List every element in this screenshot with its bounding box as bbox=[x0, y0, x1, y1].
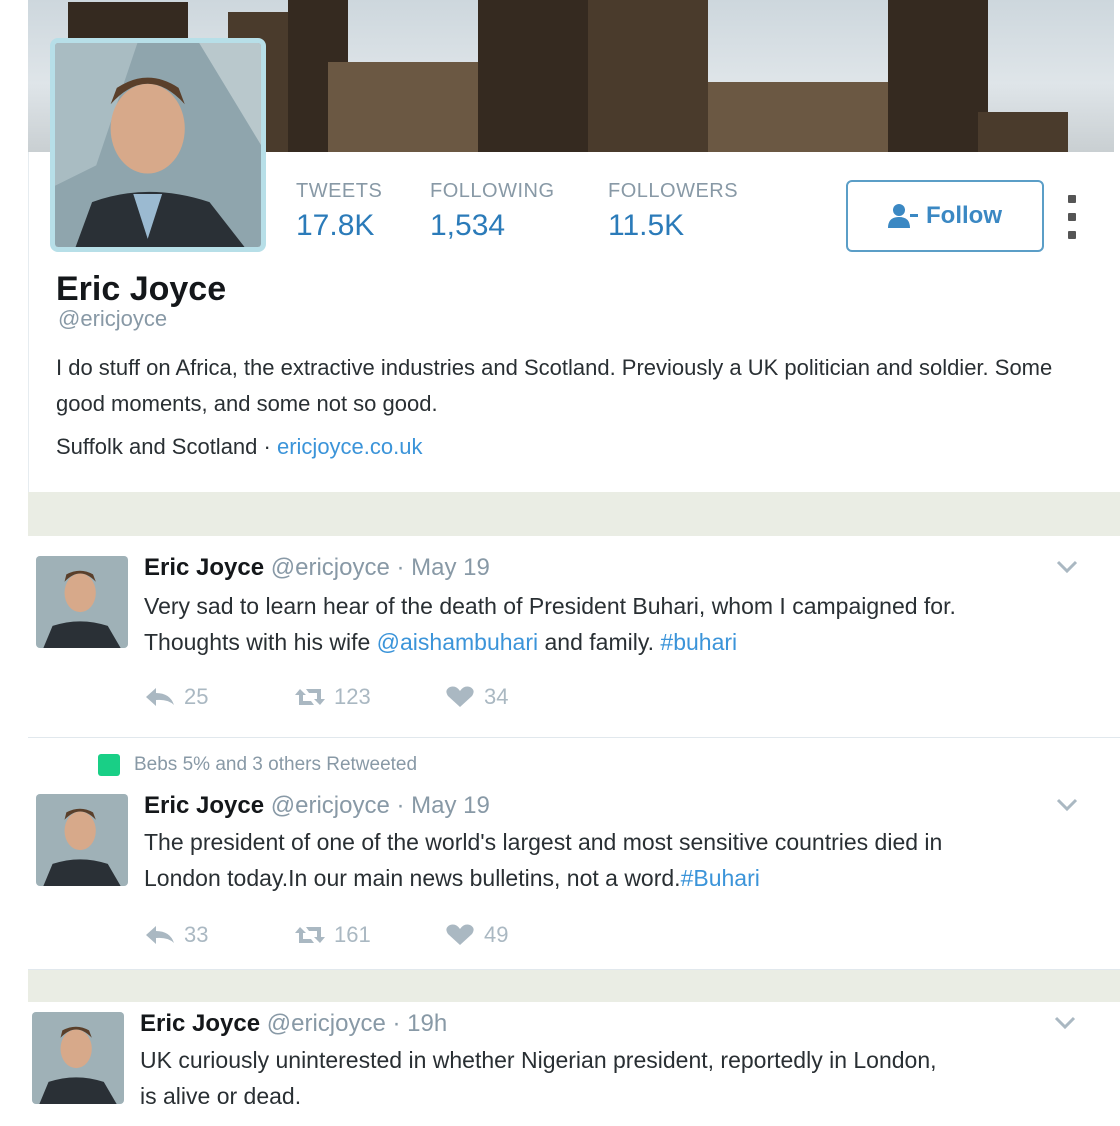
reply-button[interactable]: 33 bbox=[144, 922, 294, 948]
tweet-text-line: UK curiously uninterested in whether Nig… bbox=[140, 1047, 937, 1073]
retweet-button[interactable]: 161 bbox=[294, 922, 444, 948]
tweet-text-line: London today.In our main news bulletins,… bbox=[144, 860, 1084, 896]
retweet-context-text[interactable]: Bebs 5% and 3 others Retweeted bbox=[134, 754, 417, 776]
retweet-icon bbox=[295, 927, 325, 943]
like-count: 49 bbox=[484, 922, 509, 947]
heart-icon bbox=[446, 686, 474, 707]
chevron-down-icon[interactable] bbox=[1056, 798, 1078, 812]
retweet-context: Bebs 5% and 3 others Retweeted bbox=[98, 754, 417, 776]
profile-name: Eric Joyce bbox=[56, 270, 227, 308]
tweet-author-handle[interactable]: @ericjoyce bbox=[271, 792, 390, 819]
stat-following[interactable]: FOLLOWING 1,534 bbox=[430, 180, 555, 243]
stat-tweets-value: 17.8K bbox=[296, 209, 375, 242]
retweet-badge-icon bbox=[98, 754, 120, 776]
like-button[interactable]: 49 bbox=[444, 922, 508, 948]
retweet-button[interactable]: 123 bbox=[294, 684, 444, 710]
tweet[interactable]: Eric Joyce @ericjoyce · 19h UK curiously… bbox=[28, 1002, 1120, 1126]
profile-handle[interactable]: @ericjoyce bbox=[58, 306, 167, 332]
reply-icon bbox=[146, 688, 174, 706]
tweet-text-line: Thoughts with his wife @aishambuhari and… bbox=[144, 624, 1084, 660]
profile-website-link[interactable]: ericjoyce.co.uk bbox=[277, 434, 423, 459]
tweet-hashtag-link[interactable]: #buhari bbox=[660, 629, 737, 655]
stat-followers[interactable]: FOLLOWERS 11.5K bbox=[608, 180, 738, 243]
stat-followers-label: FOLLOWERS bbox=[608, 180, 739, 202]
retweet-icon bbox=[295, 689, 325, 705]
tweet-text: UK curiously uninterested in whether Nig… bbox=[140, 1042, 1080, 1114]
tweet-date[interactable]: · 19h bbox=[393, 1010, 448, 1037]
like-button[interactable]: 34 bbox=[444, 684, 508, 710]
timeline-divider bbox=[28, 492, 1120, 536]
reply-count: 25 bbox=[184, 684, 209, 709]
tweet-author-name[interactable]: Eric Joyce bbox=[140, 1010, 260, 1037]
profile-location: Suffolk and Scotland bbox=[56, 434, 258, 459]
tweet-avatar[interactable] bbox=[36, 556, 128, 648]
tweet-hashtag-link[interactable]: #Buhari bbox=[681, 865, 760, 891]
stat-tweets-label: TWEETS bbox=[296, 180, 383, 202]
reply-count: 33 bbox=[184, 922, 209, 947]
tweet-author-handle[interactable]: @ericjoyce bbox=[271, 554, 390, 581]
stat-following-label: FOLLOWING bbox=[430, 180, 555, 202]
tweet-text: The president of one of the world's larg… bbox=[144, 824, 1084, 896]
tweet-text-segment: Thoughts with his wife bbox=[144, 629, 377, 655]
tweet[interactable]: Eric Joyce @ericjoyce · May 19 Very sad … bbox=[28, 536, 1120, 738]
profile-avatar[interactable] bbox=[50, 38, 266, 252]
retweet-count: 161 bbox=[334, 922, 371, 947]
tweet-avatar[interactable] bbox=[36, 794, 128, 886]
retweet-count: 123 bbox=[334, 684, 371, 709]
like-count: 34 bbox=[484, 684, 509, 709]
tweet-text: Very sad to learn hear of the death of P… bbox=[144, 588, 1084, 660]
tweet-date[interactable]: · May 19 bbox=[397, 554, 490, 581]
tweet-text-line: is alive or dead. bbox=[140, 1083, 302, 1109]
profile-location-line: Suffolk and Scotland · ericjoyce.co.uk bbox=[56, 434, 423, 460]
tweet-actions: 33 161 49 bbox=[144, 922, 508, 948]
reply-button[interactable]: 25 bbox=[144, 684, 294, 710]
follow-button-label: Follow bbox=[926, 202, 1002, 229]
tweet-text-line: The president of one of the world's larg… bbox=[144, 829, 943, 855]
more-options-icon[interactable] bbox=[1062, 195, 1082, 239]
tweet-mention-link[interactable]: @aishambuhari bbox=[377, 629, 538, 655]
tweet-author-name[interactable]: Eric Joyce bbox=[144, 792, 264, 819]
tweet-text-segment: London today.In our main news bulletins,… bbox=[144, 865, 681, 891]
tweet-header: Eric Joyce @ericjoyce · May 19 bbox=[144, 792, 490, 820]
chevron-down-icon[interactable] bbox=[1054, 1016, 1076, 1030]
reply-icon bbox=[146, 926, 174, 944]
chevron-down-icon[interactable] bbox=[1056, 560, 1078, 574]
tweet-avatar[interactable] bbox=[32, 1012, 124, 1104]
tweet[interactable]: Bebs 5% and 3 others Retweeted Eric Joyc… bbox=[28, 738, 1120, 970]
stat-followers-value: 11.5K bbox=[608, 209, 685, 242]
tweet-text-segment: and family. bbox=[538, 629, 661, 655]
heart-icon bbox=[446, 924, 474, 945]
timeline-divider bbox=[28, 970, 1120, 1002]
tweet-header: Eric Joyce @ericjoyce · 19h bbox=[140, 1010, 447, 1038]
tweet-author-handle[interactable]: @ericjoyce bbox=[267, 1010, 386, 1037]
tweet-date[interactable]: · May 19 bbox=[397, 792, 490, 819]
profile-bio: I do stuff on Africa, the extractive ind… bbox=[56, 355, 1053, 416]
tweet-actions: 25 123 34 bbox=[144, 684, 508, 710]
tweet-header: Eric Joyce @ericjoyce · May 19 bbox=[144, 554, 490, 582]
location-separator: · bbox=[263, 434, 271, 459]
tweet-author-name[interactable]: Eric Joyce bbox=[144, 554, 264, 581]
tweet-text-line: Very sad to learn hear of the death of P… bbox=[144, 593, 956, 619]
stat-tweets[interactable]: TWEETS 17.8K bbox=[296, 180, 382, 243]
follow-button[interactable]: Follow bbox=[846, 180, 1044, 252]
stat-following-value: 1,534 bbox=[430, 209, 506, 242]
add-user-icon bbox=[888, 204, 918, 228]
